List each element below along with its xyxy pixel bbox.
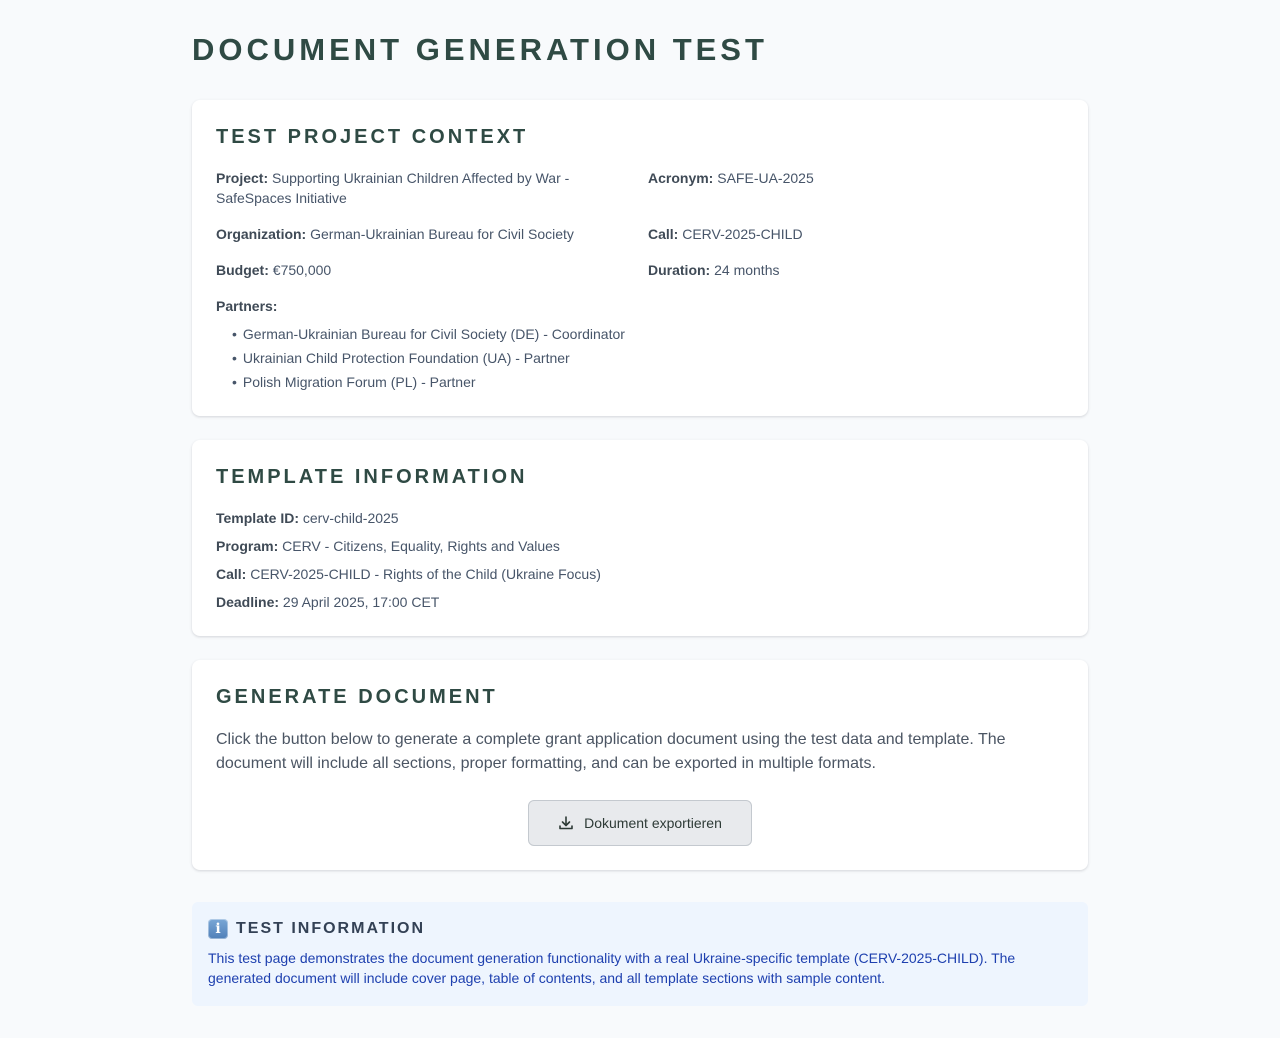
test-information-text: This test page demonstrates the document… (208, 950, 1016, 986)
duration-label: Duration: (648, 262, 711, 278)
template-call-value: CERV-2025-CHILD - Rights of the Child (U… (250, 566, 601, 582)
test-information-box: i TEST INFORMATION This test page demons… (192, 902, 1088, 1006)
generate-description: Click the button below to generate a com… (216, 731, 1006, 772)
partner-item: Ukrainian Child Protection Foundation (U… (232, 346, 1064, 370)
project-context-heading: TEST PROJECT CONTEXT (216, 126, 529, 148)
partner-item: German-Ukrainian Bureau for Civil Societ… (232, 322, 1064, 346)
program-row: Program: CERV - Citizens, Equality, Righ… (216, 536, 1064, 556)
acronym-value: SAFE-UA-2025 (717, 170, 814, 186)
budget-field: Budget: €750,000 (216, 260, 648, 280)
page-title: DOCUMENT GENERATION TEST (192, 32, 768, 67)
deadline-row: Deadline: 29 April 2025, 17:00 CET (216, 592, 1064, 612)
test-information-heading: TEST INFORMATION (236, 920, 426, 937)
project-field: Project: Supporting Ukrainian Children A… (216, 168, 648, 208)
partners-label: Partners: (216, 298, 278, 314)
program-value: CERV - Citizens, Equality, Rights and Va… (282, 538, 560, 554)
template-info-heading: TEMPLATE INFORMATION (216, 466, 528, 488)
template-info-card: TEMPLATE INFORMATION Template ID: cerv-c… (192, 440, 1088, 636)
duration-value: 24 months (714, 262, 780, 278)
export-document-button[interactable]: Dokument exportieren (528, 800, 752, 846)
project-context-card: TEST PROJECT CONTEXT Project: Supporting… (192, 100, 1088, 416)
budget-label: Budget: (216, 262, 269, 278)
call-field: Call: CERV-2025-CHILD (648, 224, 1048, 244)
download-icon (559, 816, 573, 830)
template-id-row: Template ID: cerv-child-2025 (216, 508, 1064, 528)
project-label: Project: (216, 170, 269, 186)
call-value: CERV-2025-CHILD (682, 226, 803, 242)
organization-field: Organization: German-Ukrainian Bureau fo… (216, 224, 648, 244)
program-label: Program: (216, 538, 279, 554)
test-information-title: i TEST INFORMATION (208, 918, 1072, 940)
template-call-row: Call: CERV-2025-CHILD - Rights of the Ch… (216, 564, 1064, 584)
generate-document-heading: GENERATE DOCUMENT (216, 686, 498, 708)
generate-document-card: GENERATE DOCUMENT Click the button below… (192, 660, 1088, 870)
export-button-label: Dokument exportieren (584, 815, 722, 831)
duration-field: Duration: 24 months (648, 260, 1048, 280)
deadline-label: Deadline: (216, 594, 280, 610)
call-label: Call: (648, 226, 679, 242)
template-id-label: Template ID: (216, 510, 299, 526)
template-id-value: cerv-child-2025 (302, 510, 399, 526)
partners-list: German-Ukrainian Bureau for Civil Societ… (216, 322, 1064, 394)
acronym-label: Acronym: (648, 170, 714, 186)
partner-item: Polish Migration Forum (PL) - Partner (232, 370, 1064, 394)
project-value: Supporting Ukrainian Children Affected b… (216, 170, 570, 206)
organization-value: German-Ukrainian Bureau for Civil Societ… (310, 226, 574, 242)
info-icon: i (208, 919, 228, 939)
budget-value: €750,000 (272, 262, 332, 278)
acronym-field: Acronym: SAFE-UA-2025 (648, 168, 1048, 208)
project-context-grid: Project: Supporting Ukrainian Children A… (216, 168, 1064, 280)
template-call-label: Call: (216, 566, 247, 582)
deadline-value: 29 April 2025, 17:00 CET (282, 594, 440, 610)
organization-label: Organization: (216, 226, 307, 242)
export-button-wrap: Dokument exportieren (216, 800, 1064, 846)
